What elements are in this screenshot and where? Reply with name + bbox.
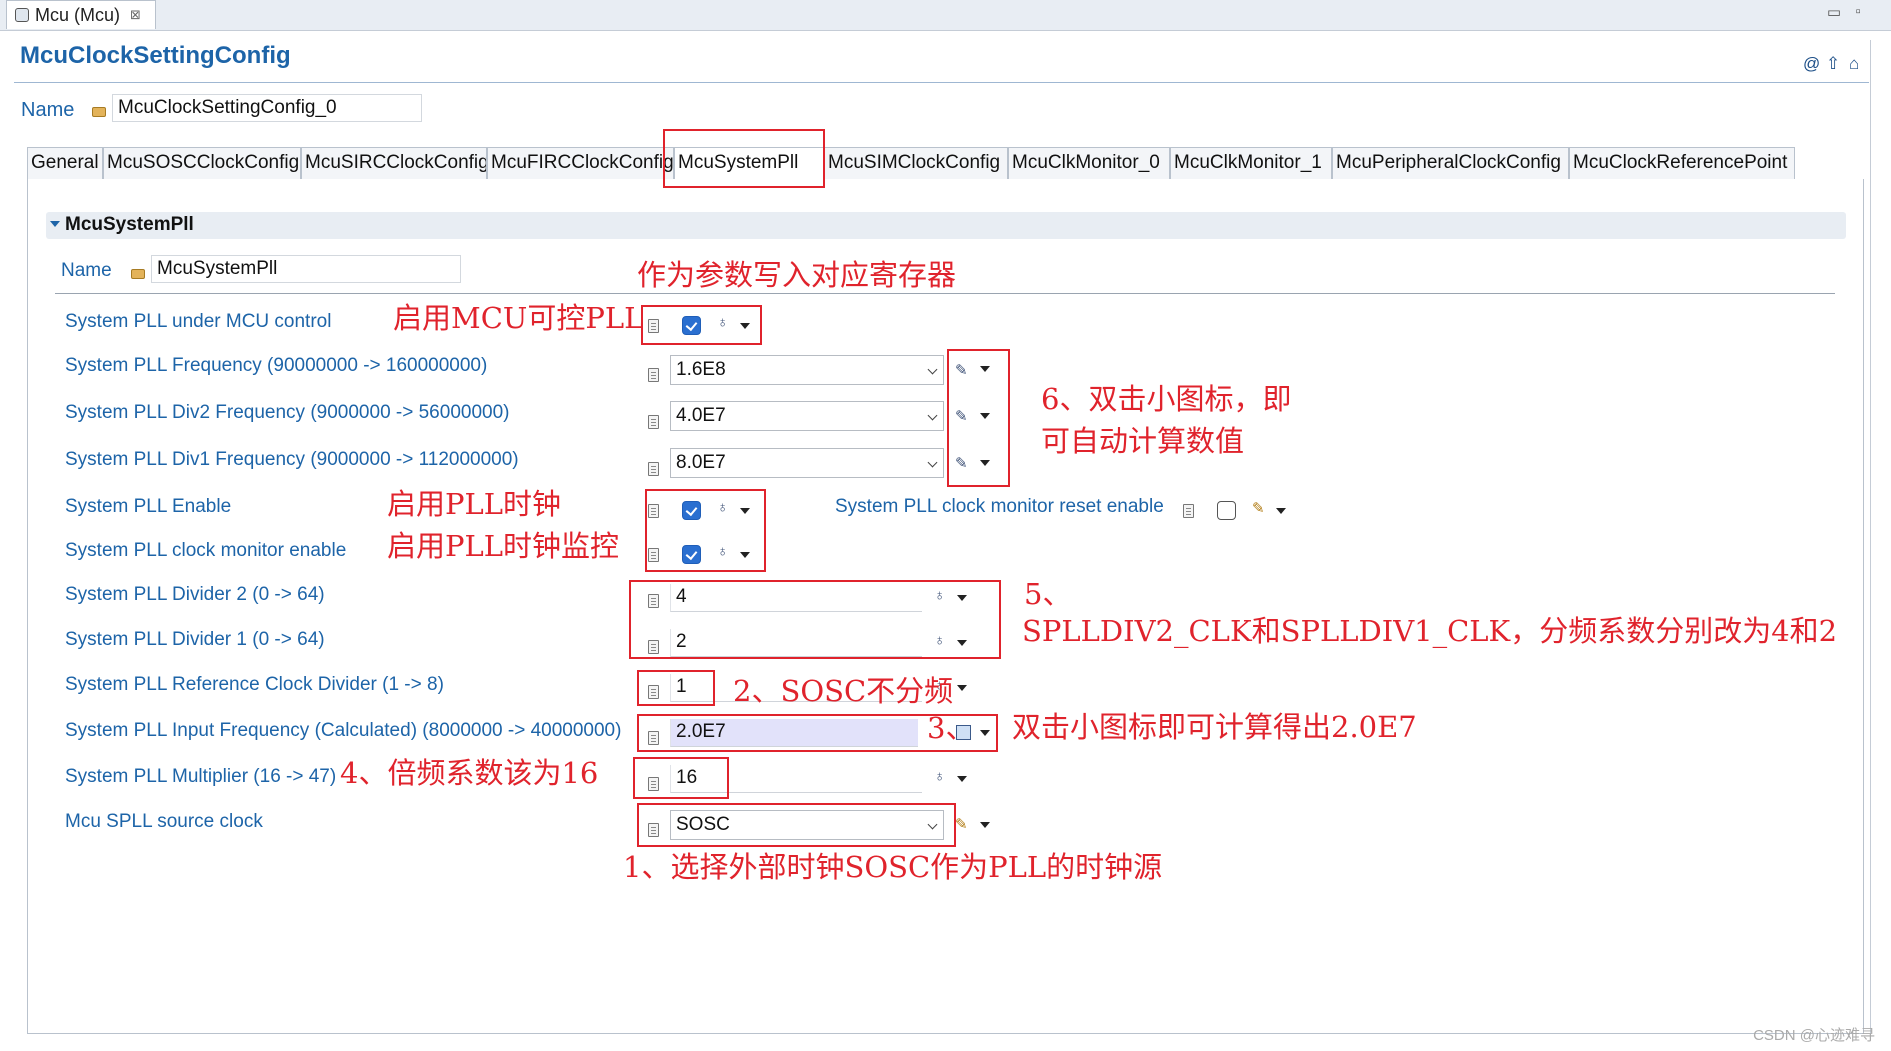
highlight-box-enable-checkboxes (645, 489, 766, 572)
annotation-write-register: 作为参数写入对应寄存器 (637, 258, 957, 292)
pll-monitor-reset-checkbox[interactable] (1217, 501, 1236, 520)
highlight-box-calculate-icons (947, 349, 1010, 487)
page-title: McuClockSettingConfig (20, 42, 291, 69)
config-name-label: Name (21, 99, 75, 121)
section-divider (55, 293, 1835, 294)
right-edge-divider (1870, 40, 1883, 1040)
highlight-box-under-mcu-control (641, 305, 762, 345)
annotation-step2: 2、SOSC不分频 (733, 674, 954, 708)
up-arrow-icon[interactable]: ⇧ (1826, 54, 1840, 74)
folder-icon (131, 269, 145, 279)
help-icon[interactable]: @ (1803, 54, 1820, 74)
spll-source-clock-label: Mcu SPLL source clock (65, 811, 263, 832)
editor-tab-mcu[interactable]: Mcu (Mcu) ⊠ (6, 0, 156, 29)
tab-mcu-clock-reference-point[interactable]: McuClockReferencePoint (1569, 147, 1795, 179)
pll-name-field[interactable]: McuSystemPll (151, 255, 461, 283)
collapse-arrow-icon[interactable] (50, 221, 60, 227)
editor-tab-bar (0, 0, 1891, 31)
highlight-box-dividers (629, 580, 1001, 659)
section-title: McuSystemPll (65, 214, 194, 235)
pll-divider2-label: System PLL Divider 2 (0 -> 64) (65, 584, 325, 605)
pll-div1-frequency-label: System PLL Div1 Frequency (9000000 -> 11… (65, 449, 519, 470)
tab-mcu-clk-monitor-1[interactable]: McuClkMonitor_1 (1170, 147, 1332, 179)
pll-enable-label: System PLL Enable (65, 496, 232, 517)
tab-mcu-sim-clock-config[interactable]: McuSIMClockConfig (824, 147, 1008, 179)
annotation-step6-line1: 6、双击小图标，即 (1041, 382, 1292, 416)
under-mcu-control-label: System PLL under MCU control (65, 311, 332, 332)
folder-icon (92, 107, 106, 117)
edit-pencil-icon[interactable]: ✎ (1252, 499, 1265, 517)
parameter-icon (648, 415, 659, 429)
home-icon[interactable]: ⌂ (1849, 54, 1859, 74)
config-name-field[interactable]: McuClockSettingConfig_0 (112, 94, 422, 122)
highlight-box-system-pll-tab (663, 129, 825, 188)
highlight-box-source-clock (637, 803, 956, 847)
tab-mcu-peripheral-clock-config[interactable]: McuPeripheralClockConfig (1332, 147, 1569, 179)
close-icon[interactable]: ⊠ (130, 7, 141, 23)
annotation-step3: 双击小图标即可计算得出2.0E7 (1012, 710, 1417, 744)
pll-div2-frequency-value: 4.0E7 (676, 405, 726, 426)
pll-monitor-reset-label: System PLL clock monitor reset enable (835, 496, 1164, 517)
annotation-step6-line2: 可自动计算数值 (1041, 424, 1245, 458)
pll-name-label: Name (61, 260, 112, 281)
mcu-config-icon (15, 8, 29, 22)
tab-mcu-sosc-clock-config[interactable]: McuSOSCClockConfig (103, 147, 301, 179)
pll-div2-frequency-label: System PLL Div2 Frequency (9000000 -> 56… (65, 402, 510, 423)
tab-mcu-clk-monitor-0[interactable]: McuClkMonitor_0 (1008, 147, 1170, 179)
title-divider (14, 82, 1869, 83)
annotation-step5-line2: SPLLDIV2_CLK和SPLLDIV1_CLK，分频系数分别改为4和2 (1022, 614, 1838, 648)
annotation-step5-line1: 5、 (1024, 577, 1072, 611)
tab-general[interactable]: General (27, 147, 103, 179)
maximize-button[interactable]: ▫ (1848, 3, 1868, 20)
pll-monitor-enable-label: System PLL clock monitor enable (65, 540, 347, 561)
pll-div1-frequency-value: 8.0E7 (676, 452, 726, 473)
chevron-down-icon[interactable] (1276, 508, 1286, 514)
annotation-step4: 4、倍频系数该为16 (340, 756, 599, 790)
pll-div1-frequency-combo[interactable]: 8.0E7 (670, 448, 944, 478)
chevron-down-icon[interactable] (927, 410, 938, 421)
annotation-enable-pll-clock: 启用PLL时钟 (387, 487, 562, 521)
chevron-down-icon[interactable] (927, 457, 938, 468)
highlight-box-ref-divider (637, 670, 715, 706)
annotation-enable-mcu-pll: 启用MCU可控PLL (393, 301, 644, 335)
edit-pencil-icon[interactable]: ✎ (955, 815, 968, 833)
parameter-icon (648, 462, 659, 476)
pll-input-frequency-label: System PLL Input Frequency (Calculated) … (65, 720, 622, 741)
pll-frequency-label: System PLL Frequency (90000000 -> 160000… (65, 355, 488, 376)
editor-tab-title: Mcu (Mcu) (35, 4, 120, 25)
pll-multiplier-label: System PLL Multiplier (16 -> 47) (65, 766, 337, 787)
section-header[interactable] (46, 212, 1846, 239)
link-icon[interactable]: ♁ (934, 768, 945, 785)
annotation-step1: 1、选择外部时钟SOSC作为PLL的时钟源 (623, 850, 1163, 884)
tab-mcu-sirc-clock-config[interactable]: McuSIRCClockConfig (301, 147, 487, 179)
tab-mcu-firc-clock-config[interactable]: McuFIRCClockConfig (487, 147, 674, 179)
parameter-icon (1183, 504, 1194, 518)
chevron-down-icon[interactable] (957, 776, 967, 782)
chevron-down-icon[interactable] (980, 822, 990, 828)
config-tab-strip: General McuSOSCClockConfig McuSIRCClockC… (27, 147, 1864, 180)
highlight-box-multiplier (633, 757, 729, 799)
pll-frequency-combo[interactable]: 1.6E8 (670, 355, 944, 385)
chevron-down-icon[interactable] (927, 364, 938, 375)
annotation-enable-pll-monitor: 启用PLL时钟监控 (387, 529, 620, 563)
watermark: CSDN @心迹难寻 (1753, 1027, 1875, 1044)
pll-divider1-label: System PLL Divider 1 (0 -> 64) (65, 629, 325, 650)
pll-frequency-value: 1.6E8 (676, 359, 726, 380)
chevron-down-icon[interactable] (957, 685, 967, 691)
minimize-button[interactable]: ▭ (1824, 3, 1844, 21)
parameter-icon (648, 368, 659, 382)
pll-ref-divider-label: System PLL Reference Clock Divider (1 ->… (65, 674, 444, 695)
annotation-step3-number: 3、 (927, 711, 975, 745)
pll-div2-frequency-combo[interactable]: 4.0E7 (670, 401, 944, 431)
